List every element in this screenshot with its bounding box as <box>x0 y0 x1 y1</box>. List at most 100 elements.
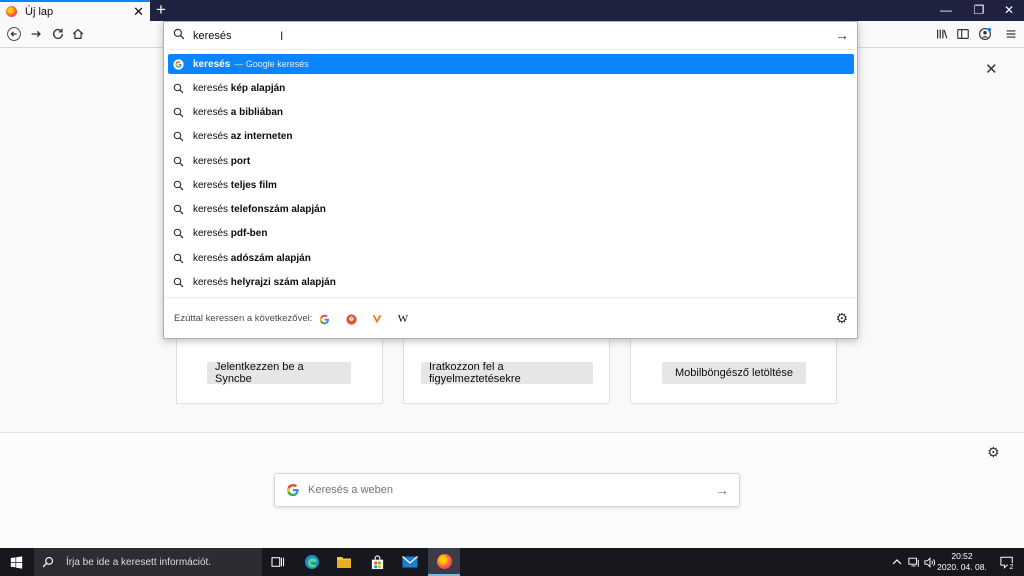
action-center-button[interactable]: 2 <box>994 548 1020 576</box>
sidebar-button[interactable] <box>952 23 974 45</box>
taskbar-store[interactable] <box>361 548 393 576</box>
suggestion-engine-label: — Google keresés <box>234 58 309 69</box>
suggestion-row[interactable]: keresés kép alapján <box>168 78 854 98</box>
suggestion-text: keresés teljes film <box>193 179 277 191</box>
taskbar-firefox[interactable] <box>428 548 460 576</box>
urlbar-dropdown: keresés I → keresés — Google keresés kere… <box>163 21 858 339</box>
card-mobile: Mobilböngésző letöltése <box>630 336 837 404</box>
hamburger-icon <box>1006 30 1016 38</box>
web-search-box[interactable]: Keresés a weben → <box>274 473 740 507</box>
search-icon <box>173 180 185 191</box>
suggestion-text: keresés adószám alapján <box>193 252 311 264</box>
show-hidden-icons-chevron-icon[interactable] <box>888 548 906 576</box>
suggestion-row[interactable]: keresés port <box>168 151 854 171</box>
search-icon <box>173 253 185 264</box>
search-icon <box>173 228 185 239</box>
suggestion-text: keresés az interneten <box>193 130 293 142</box>
taskbar-search[interactable]: Írja be ide a keresett információt. <box>34 548 262 576</box>
suggestion-row[interactable]: keresés helyrajzi szám alapján <box>168 272 854 292</box>
search-icon <box>173 107 185 118</box>
reload-button[interactable] <box>47 23 69 45</box>
start-button[interactable] <box>0 548 32 576</box>
search-settings-gear-icon[interactable]: ⚙ <box>835 310 848 327</box>
suggestion-row[interactable]: keresés a bibliában <box>168 102 854 122</box>
home-button[interactable] <box>67 23 89 45</box>
clock[interactable]: 20:52 2020. 04. 08. <box>937 551 987 573</box>
back-button[interactable] <box>3 23 25 45</box>
account-icon <box>979 27 992 40</box>
suggestion-row[interactable]: keresés az interneten <box>168 126 854 146</box>
url-input-value: keresés <box>193 29 232 42</box>
sidebar-icon <box>957 29 969 39</box>
one-off-search-bar: Ezúttal keressen a következővel: W ⚙ <box>164 297 857 339</box>
store-bag-icon <box>371 554 383 569</box>
tab-close-icon[interactable]: ✕ <box>133 4 144 20</box>
task-view-button[interactable] <box>262 548 294 576</box>
google-engine-icon[interactable] <box>317 312 331 326</box>
taskbar: Írja be ide a keresett információt. 20:5… <box>0 548 1024 576</box>
search-arrow-icon[interactable]: → <box>715 482 729 498</box>
windows-logo-icon <box>10 555 22 569</box>
search-icon <box>173 28 185 43</box>
forward-arrow-icon <box>31 30 41 38</box>
search-icon <box>42 556 54 568</box>
minimize-button[interactable]: — <box>930 0 962 21</box>
reload-icon <box>52 28 64 39</box>
clock-time: 20:52 <box>951 551 973 561</box>
account-button[interactable] <box>974 23 996 45</box>
taskbar-search-placeholder: Írja be ide a keresett információt. <box>66 556 212 568</box>
clock-date: 2020. 04. 08. <box>937 562 987 572</box>
suggestion-row[interactable]: keresés adószám alapján <box>168 248 854 268</box>
restore-button[interactable]: ❐ <box>963 0 995 21</box>
one-off-label: Ezúttal keressen a következővel: <box>174 313 313 324</box>
vivaldi-engine-icon[interactable] <box>370 312 384 326</box>
forward-button[interactable] <box>25 23 47 45</box>
back-arrow-icon <box>7 27 21 41</box>
browser-window: Új lap ✕ + — ❐ ✕ ✕ Jelentkezzen be a Syn… <box>0 0 1024 576</box>
onboarding-cards: Jelentkezzen be a Syncbe Iratkozzon fel … <box>0 336 1024 406</box>
suggestion-row[interactable]: keresés telefonszám alapján <box>168 199 854 219</box>
google-icon <box>286 483 299 497</box>
card-alerts: Iratkozzon fel a figyelmeztetésekre <box>403 336 610 404</box>
firefox-icon <box>6 6 17 17</box>
card-sync: Jelentkezzen be a Syncbe <box>176 336 383 404</box>
taskbar-file-explorer[interactable] <box>328 548 360 576</box>
taskbar-edge[interactable] <box>296 548 328 576</box>
suggestion-row[interactable]: keresés pdf-ben <box>168 223 854 243</box>
edge-icon <box>305 555 319 569</box>
wikipedia-engine-icon[interactable]: W <box>396 312 410 326</box>
search-icon <box>173 83 185 94</box>
suggestion-text: keresés telefonszám alapján <box>193 203 326 215</box>
notification-count-badge: 2 <box>1007 563 1016 572</box>
menu-button[interactable] <box>1000 23 1022 45</box>
duckduckgo-engine-icon[interactable] <box>344 312 358 326</box>
dismiss-close-icon[interactable]: ✕ <box>985 60 998 78</box>
go-arrow-icon[interactable]: → <box>835 27 849 43</box>
home-icon <box>72 28 84 39</box>
google-icon <box>173 58 185 70</box>
search-icon <box>173 131 185 142</box>
customize-gear-icon[interactable]: ⚙ <box>987 444 1000 461</box>
mail-icon <box>402 556 418 568</box>
tab-title: Új lap <box>25 5 54 18</box>
alerts-button[interactable]: Iratkozzon fel a figyelmeztetésekre <box>421 361 593 385</box>
sync-button[interactable]: Jelentkezzen be a Syncbe <box>207 361 351 385</box>
tab-new-tab[interactable]: Új lap ✕ <box>0 0 150 21</box>
tab-strip: Új lap ✕ + — ❐ ✕ <box>0 0 1024 21</box>
suggestion-text: keresés a bibliában <box>193 106 284 118</box>
text-cursor-icon: I <box>280 29 284 43</box>
task-view-icon <box>271 557 285 567</box>
suggestion-text: keresés port <box>193 155 251 167</box>
mobile-download-button[interactable]: Mobilböngésző letöltése <box>662 362 806 384</box>
suggestion-row[interactable]: keresés — Google keresés <box>168 54 854 74</box>
taskbar-mail[interactable] <box>394 548 426 576</box>
new-tab-button[interactable]: + <box>153 0 169 20</box>
search-icon <box>173 156 185 167</box>
suggestion-text: keresés kép alapján <box>193 82 286 94</box>
library-button[interactable] <box>931 23 953 45</box>
url-input[interactable]: keresés I → <box>164 22 857 50</box>
close-window-button[interactable]: ✕ <box>993 0 1024 21</box>
suggestion-row[interactable]: keresés teljes film <box>168 175 854 195</box>
search-icon <box>173 277 185 288</box>
firefox-icon <box>436 553 452 569</box>
